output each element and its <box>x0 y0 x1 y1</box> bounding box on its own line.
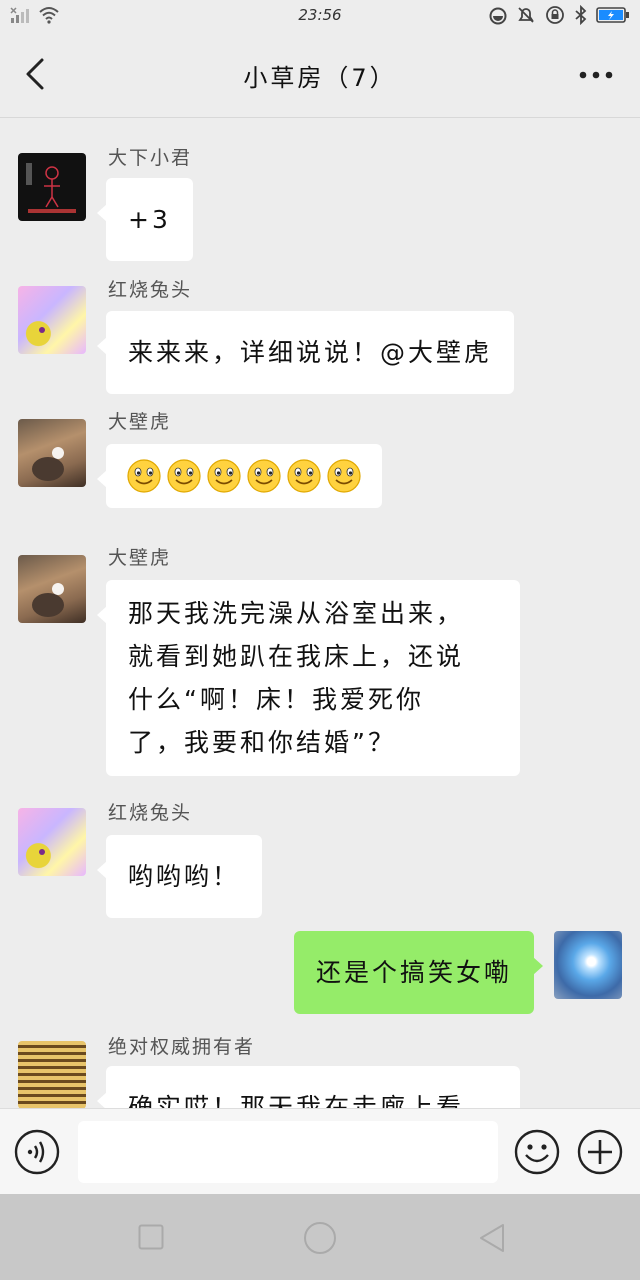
sender-name: 红烧兔头 <box>108 802 193 824</box>
avatar[interactable] <box>18 419 86 487</box>
message-line: 就看到她趴在我床上，还说 <box>128 642 465 671</box>
message-line: 那天我洗完澡从浴室出来， <box>128 599 465 628</box>
sender-name: 红烧兔头 <box>108 279 193 301</box>
avatar[interactable] <box>18 808 86 876</box>
message-line: 了，我要和你结婚”？ <box>128 728 396 757</box>
message-bubble[interactable]: 来来来，详细说说！@大壁虎 <box>96 311 515 394</box>
voice-button[interactable] <box>14 1129 60 1175</box>
plus-button[interactable] <box>577 1129 623 1175</box>
alarm-icon <box>488 5 508 29</box>
recent-apps-icon[interactable] <box>138 1224 164 1250</box>
emoji-icon <box>514 1129 560 1175</box>
message-bubble[interactable]: 哟哟哟！ <box>96 835 263 918</box>
mute-icon <box>516 5 536 29</box>
smile-emoji <box>247 459 281 493</box>
smile-emoji <box>127 459 161 493</box>
system-back-icon[interactable] <box>478 1223 506 1253</box>
emoji-button[interactable] <box>514 1129 560 1175</box>
input-bar <box>0 1108 640 1194</box>
avatar[interactable] <box>18 153 86 221</box>
plus-icon <box>577 1129 623 1175</box>
message-list[interactable]: 大下小君 +3 红烧兔头 来来来，详细说说！@大壁虎 大壁虎 大壁虎 那天我洗完… <box>0 119 640 1108</box>
message-bubble[interactable]: 那天我洗完澡从浴室出来， 就看到她趴在我床上，还说 什么“啊！床！我爱死你 了，… <box>97 580 520 776</box>
message-bubble[interactable]: 确实哎！那天我在走廊上看 <box>97 1066 520 1108</box>
sender-name: 大下小君 <box>108 147 193 169</box>
avatar[interactable] <box>18 286 86 354</box>
message-bubble[interactable]: 还是个搞笑女嘞 <box>293 931 544 1014</box>
chat-header: 小草房（7） <box>0 32 640 118</box>
smile-emoji <box>207 459 241 493</box>
avatar[interactable] <box>18 555 86 623</box>
message-bubble[interactable]: +3 <box>97 178 193 261</box>
more-dots-icon <box>579 71 613 79</box>
message-input[interactable] <box>78 1121 498 1183</box>
smile-emoji <box>327 459 361 493</box>
message-bubble[interactable] <box>97 444 382 508</box>
battery-icon <box>596 6 630 28</box>
lock-rotation-icon <box>544 5 566 29</box>
avatar[interactable] <box>554 931 622 999</box>
system-navigation-bar <box>0 1194 640 1280</box>
smile-emoji <box>287 459 321 493</box>
voice-icon <box>14 1129 60 1175</box>
sender-name: 绝对权威拥有者 <box>108 1036 256 1058</box>
avatar[interactable] <box>18 1041 86 1108</box>
more-button[interactable] <box>578 60 614 90</box>
status-bar: 23:56 <box>0 0 640 32</box>
smile-emoji <box>167 459 201 493</box>
home-icon[interactable] <box>303 1221 337 1255</box>
chat-title: 小草房（7） <box>243 64 397 92</box>
sender-name: 大壁虎 <box>108 411 172 433</box>
sender-name: 大壁虎 <box>108 547 172 569</box>
message-line: 什么“啊！床！我爱死你 <box>128 685 424 714</box>
bluetooth-icon <box>574 4 588 29</box>
